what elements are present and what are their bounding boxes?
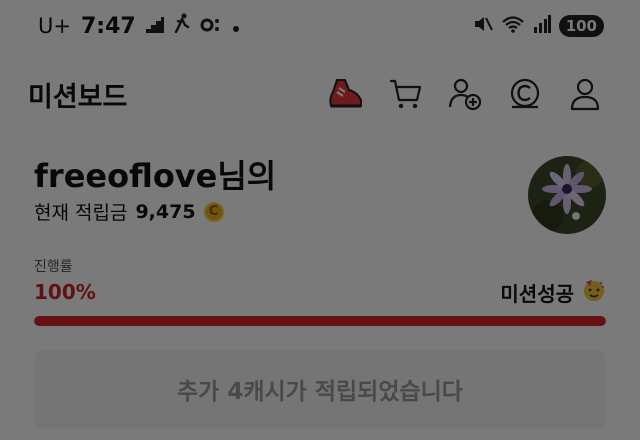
progress-bar — [34, 316, 606, 326]
status-bar-left: U+ 7:47 — [38, 13, 240, 39]
status-bar: U+ 7:47 100 — [0, 0, 640, 52]
app-header: 미션보드 — [0, 66, 640, 122]
mission-status: 미션성공 — [500, 278, 606, 307]
points-label: 현재 적립금 — [34, 202, 128, 224]
party-face-icon — [582, 278, 606, 307]
points-value: 9,475 — [135, 200, 196, 223]
notification-icon — [200, 14, 222, 39]
header-actions — [326, 75, 604, 113]
stairs-icon — [145, 14, 164, 39]
add-friend-icon[interactable] — [446, 75, 484, 113]
mute-icon — [473, 14, 493, 38]
mission-status-label: 미션성공 — [500, 282, 574, 306]
dot-icon — [232, 14, 240, 39]
sneaker-icon[interactable] — [326, 75, 364, 113]
clock: 7:47 — [80, 13, 136, 39]
avatar[interactable] — [528, 156, 606, 234]
points-row: 현재 적립금 9,475 C — [34, 198, 606, 225]
walking-icon — [174, 13, 190, 39]
status-bar-right: 100 — [473, 14, 604, 38]
username-heading: freeoflove님의 — [34, 157, 277, 195]
battery-level: 100 — [558, 15, 604, 37]
progress-label: 진행률 — [34, 259, 73, 275]
cart-icon[interactable] — [386, 75, 424, 113]
cash-reward-notice-button[interactable]: 추가 4캐시가 적립되었습니다 — [34, 350, 606, 428]
page-title: 미션보드 — [28, 81, 128, 113]
carrier-label: U+ — [38, 14, 71, 38]
cash-coin-icon[interactable] — [506, 75, 544, 113]
wifi-icon — [501, 14, 525, 38]
profile-summary: freeoflove님의 현재 적립금 9,475 C — [34, 156, 606, 236]
coin-icon: C — [203, 201, 224, 222]
user-profile-icon[interactable] — [566, 75, 604, 113]
progress-percent: 100% — [34, 280, 96, 304]
progress-bar-fill — [34, 316, 606, 326]
signal-icon — [533, 15, 551, 37]
